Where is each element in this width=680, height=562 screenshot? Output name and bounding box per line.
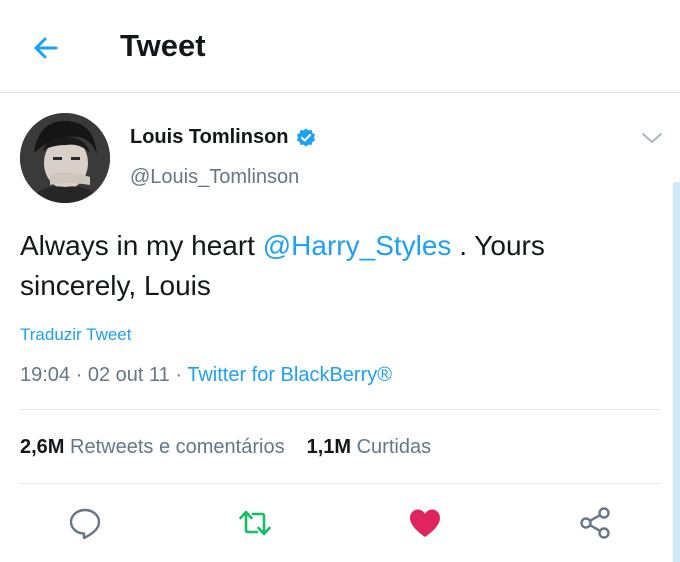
likes-label: Curtidas: [356, 436, 432, 458]
tweet-text: Always in my heart @Harry_Styles . Yours…: [20, 226, 620, 306]
profile-photo: [20, 113, 110, 203]
tweet-time: 19:04: [20, 364, 71, 386]
tweet-date: 02 out 11: [87, 364, 170, 386]
retweet-icon[interactable]: [237, 505, 273, 541]
display-name[interactable]: Louis Tomlinson: [130, 126, 289, 149]
tweet-source-link[interactable]: Twitter for BlackBerry®: [187, 364, 392, 386]
verified-badge-icon: [296, 127, 315, 147]
share-icon[interactable]: [577, 505, 613, 541]
page-title: Tweet: [120, 28, 206, 63]
tweet-stats: 2,6M Retweets e comentários 1,1M Curtida…: [20, 436, 453, 459]
likes-stat[interactable]: 1,1M Curtidas: [307, 436, 432, 459]
divider: [20, 409, 660, 410]
chevron-down-icon[interactable]: [640, 128, 664, 148]
tweet-text-before: Always in my heart: [20, 230, 263, 261]
reply-icon[interactable]: [67, 505, 103, 541]
like-icon[interactable]: [407, 505, 443, 541]
mention-link[interactable]: @Harry_Styles: [263, 230, 452, 261]
tweet-meta: 19:04 · 02 out 11 · Twitter for BlackBer…: [20, 364, 392, 386]
scrollbar[interactable]: [673, 182, 680, 562]
user-handle[interactable]: @Louis_Tomlinson: [130, 166, 299, 189]
retweets-label: Retweets e comentários: [70, 436, 285, 458]
author-name-row[interactable]: Louis Tomlinson: [130, 126, 317, 149]
avatar[interactable]: [20, 113, 110, 203]
divider: [20, 483, 660, 484]
retweets-stat[interactable]: 2,6M Retweets e comentários: [20, 436, 285, 459]
translate-tweet-link[interactable]: Traduzir Tweet: [20, 325, 132, 345]
likes-count: 1,1M: [306, 436, 352, 458]
top-bar: Tweet: [0, 0, 680, 93]
arrow-left-icon[interactable]: [28, 30, 64, 66]
retweets-count: 2,6M: [20, 436, 65, 458]
